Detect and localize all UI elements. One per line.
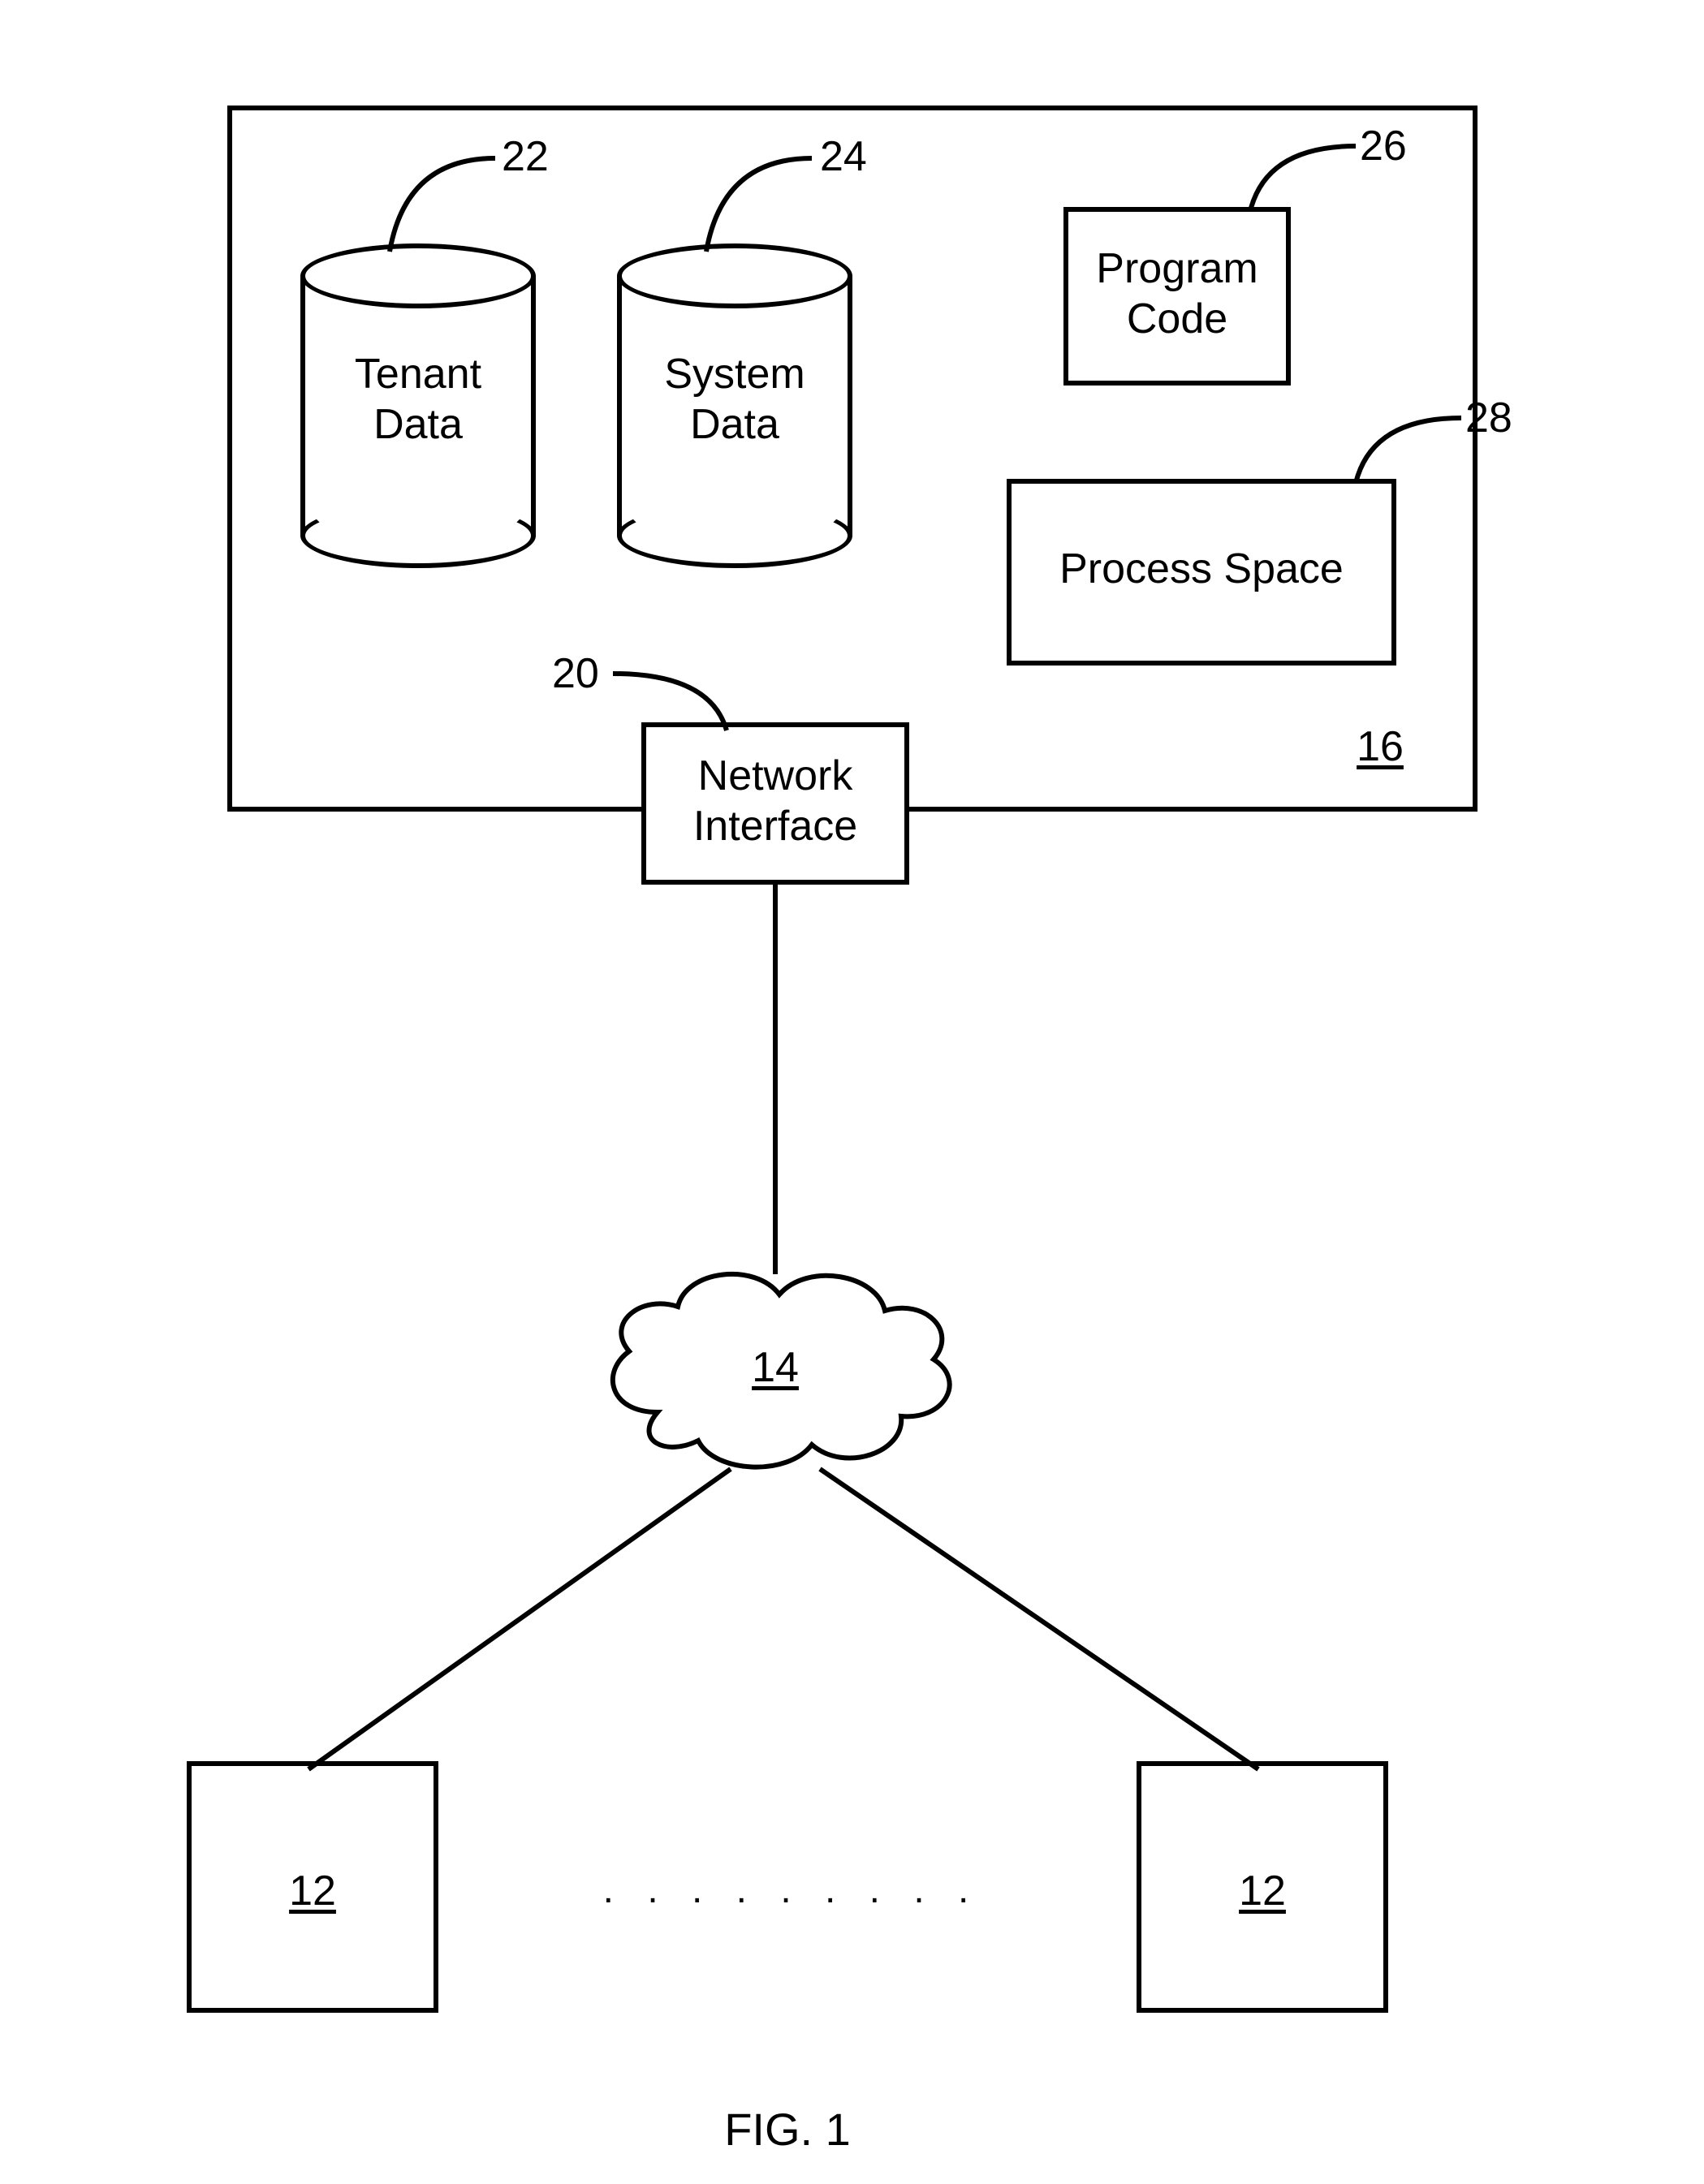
network-interface-ref: 20 [552, 649, 599, 698]
system-lead-line [698, 146, 828, 260]
program-code-ref: 26 [1360, 122, 1407, 170]
process-space-ref: 28 [1465, 394, 1512, 442]
system-data-label: System Data [617, 349, 852, 450]
main-box-ref: 16 [1348, 722, 1413, 771]
tenant-data-label: Tenant Data [300, 349, 536, 450]
client-left-ref: 12 [288, 1867, 337, 1915]
client-right-ref: 12 [1238, 1867, 1287, 1915]
program-code-label: Program Code [1063, 243, 1291, 345]
line-ni-to-cloud [771, 885, 779, 1274]
network-interface-label: Network Interface [641, 751, 909, 852]
line-cloud-to-left [300, 1461, 747, 1777]
system-data-ref: 24 [820, 132, 867, 181]
cloud-ref: 14 [751, 1343, 800, 1392]
tenant-data-ref: 22 [502, 132, 549, 181]
figure-caption: FIG. 1 [706, 2102, 869, 2156]
process-lead-line [1348, 410, 1469, 491]
tenant-lead-line [382, 146, 511, 260]
line-cloud-to-right [812, 1461, 1266, 1777]
program-lead-line [1242, 138, 1364, 219]
process-space-label: Process Space [1007, 544, 1396, 594]
diagram-canvas: 16 Tenant Data 22 System Data 24 Program… [0, 0, 1704, 2184]
ellipsis-dots: . . . . . . . . . [568, 1867, 1015, 1914]
network-lead-line [605, 666, 735, 739]
